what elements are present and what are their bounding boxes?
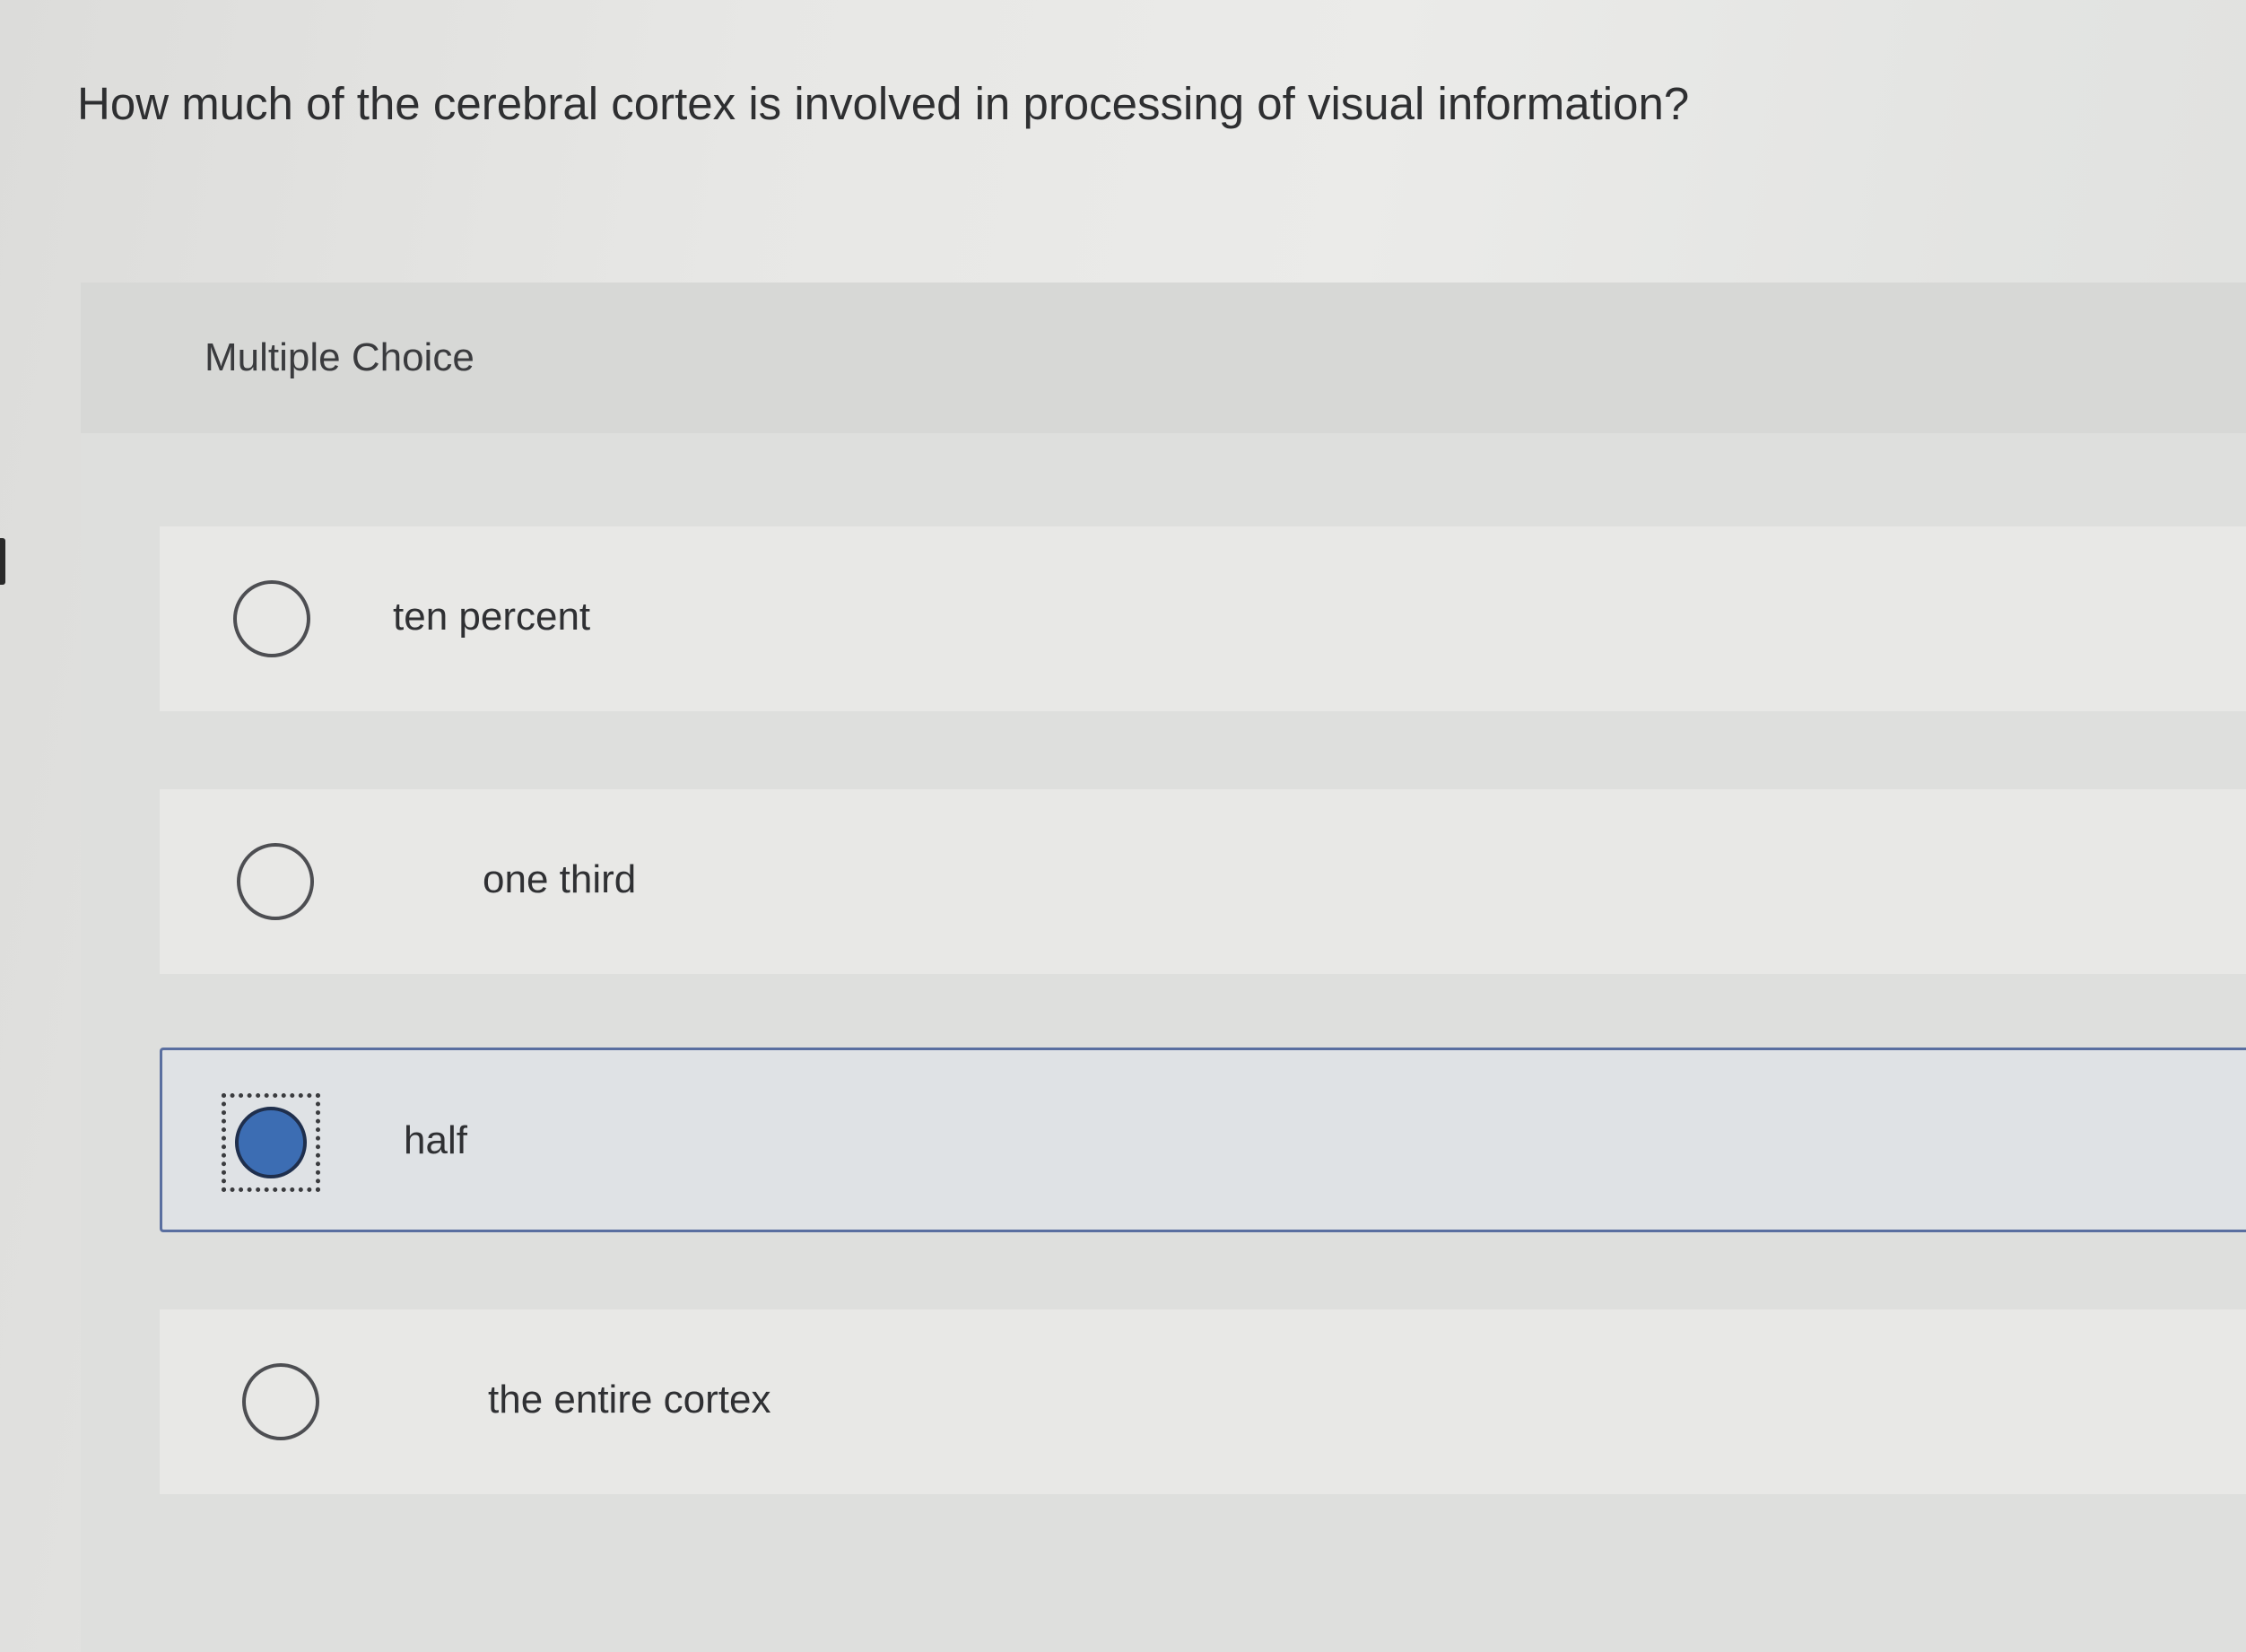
option-label: the entire cortex [488,1378,771,1422]
option-half[interactable]: half [160,1048,2246,1232]
panel-header: Multiple Choice [81,283,2246,433]
page-background: How much of the cerebral cortex is invol… [0,0,2246,1652]
focus-ring [222,1093,320,1192]
radio-selected-icon[interactable] [235,1107,307,1178]
radio-unselected-icon[interactable] [242,1363,319,1440]
scroll-edge-marker [0,538,5,585]
option-label: one third [483,857,637,901]
option-one-third[interactable]: one third [160,789,2246,974]
radio-unselected-icon[interactable] [233,580,310,657]
option-entire-cortex[interactable]: the entire cortex [160,1309,2246,1494]
option-label: half [404,1118,467,1162]
panel-title: Multiple Choice [205,335,474,379]
question-text: How much of the cerebral cortex is invol… [77,78,1690,129]
multiple-choice-panel: Multiple Choice ten percent one third ha… [81,283,2246,1652]
radio-unselected-icon[interactable] [237,843,314,920]
option-ten-percent[interactable]: ten percent [160,526,2246,711]
option-label: ten percent [393,595,591,639]
